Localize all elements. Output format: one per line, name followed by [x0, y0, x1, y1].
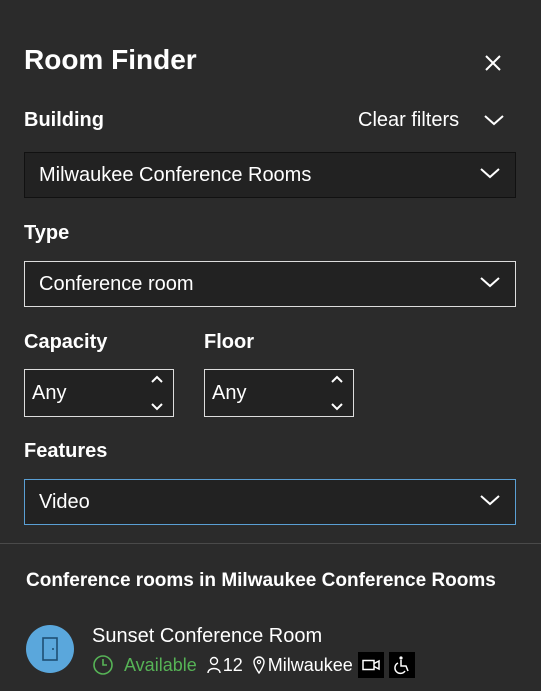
chevron-up-icon — [331, 375, 343, 383]
person-icon — [207, 656, 221, 674]
chevron-down-icon — [480, 277, 500, 288]
close-button[interactable] — [478, 48, 508, 78]
room-capacity-text: 12 — [222, 654, 243, 675]
floor-stepper[interactable]: Any — [204, 369, 354, 417]
features-label: Features — [24, 440, 108, 462]
clear-filters-link[interactable]: Clear filters — [358, 108, 459, 132]
type-dropdown-value: Conference room — [39, 272, 194, 295]
building-dropdown-value: Milwaukee Conference Rooms — [39, 163, 312, 186]
chevron-down-icon — [331, 403, 343, 411]
chevron-down-icon — [151, 403, 163, 411]
capacity-stepper-value: Any — [32, 381, 67, 404]
video-icon — [362, 659, 380, 671]
capacity-stepper[interactable]: Any — [24, 369, 174, 417]
capacity-decrement-button[interactable] — [150, 402, 164, 412]
building-dropdown[interactable]: Milwaukee Conference Rooms — [24, 152, 516, 198]
chevron-down-icon — [484, 115, 504, 126]
chevron-down-icon — [480, 495, 500, 506]
room-location-text: Milwaukee — [267, 654, 353, 675]
room-status-text: Available — [124, 654, 197, 675]
room-location: Milwaukee — [253, 655, 353, 676]
floor-stepper-value: Any — [212, 381, 247, 404]
accessibility-feature-badge — [388, 652, 415, 678]
floor-label: Floor — [204, 331, 254, 353]
location-pin-icon — [253, 656, 265, 674]
floor-increment-button[interactable] — [330, 374, 344, 384]
type-dropdown[interactable]: Conference room — [24, 261, 516, 307]
features-dropdown[interactable]: Video — [24, 479, 516, 525]
section-divider — [0, 543, 541, 544]
chevron-up-icon — [151, 375, 163, 383]
room-status: Available — [92, 654, 197, 676]
close-icon — [485, 55, 501, 71]
room-meta: Available 12 Milwaukee — [92, 652, 415, 678]
building-label: Building — [24, 109, 104, 131]
type-label: Type — [24, 222, 70, 244]
capacity-label: Capacity — [24, 331, 108, 353]
room-capacity: 12 — [207, 655, 243, 676]
room-name: Sunset Conference Room — [92, 625, 323, 647]
results-heading: Conference rooms in Milwaukee Conference… — [26, 570, 496, 591]
door-icon — [42, 637, 58, 661]
room-avatar — [26, 625, 74, 673]
accessibility-icon — [394, 656, 409, 675]
room-list-item[interactable]: Sunset Conference Room Available 12 Milw… — [26, 622, 526, 682]
chevron-down-icon — [480, 168, 500, 179]
clock-icon — [93, 655, 113, 675]
video-feature-badge — [357, 652, 384, 678]
panel-title: Room Finder — [24, 44, 197, 75]
capacity-increment-button[interactable] — [150, 374, 164, 384]
collapse-filters-button[interactable] — [480, 106, 508, 134]
features-dropdown-value: Video — [39, 490, 90, 513]
floor-decrement-button[interactable] — [330, 402, 344, 412]
